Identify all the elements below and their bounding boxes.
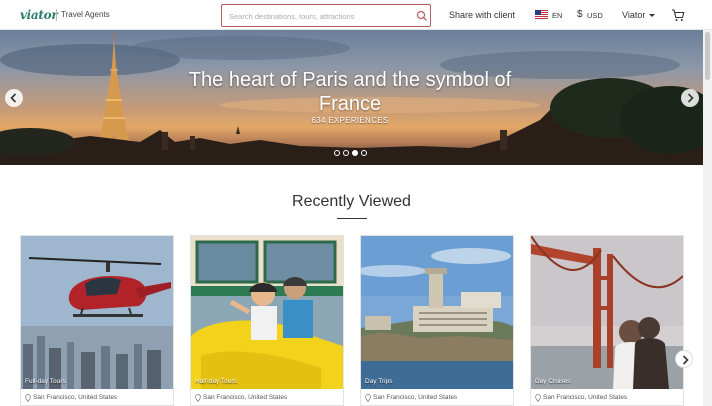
page-scrollbar[interactable] bbox=[703, 30, 712, 406]
card-category: Full-day Tours bbox=[25, 378, 66, 385]
hero-experience-count[interactable]: 634 EXPERIENCES bbox=[250, 116, 450, 125]
currency-selector[interactable]: USD bbox=[587, 11, 603, 20]
account-menu[interactable]: Viator bbox=[622, 10, 645, 20]
card-location: San Francisco, United States bbox=[373, 394, 458, 401]
golden-gate-image bbox=[531, 236, 683, 389]
chevron-down-icon[interactable] bbox=[649, 14, 655, 17]
carousel-dot[interactable] bbox=[361, 150, 367, 156]
card-location: San Francisco, United States bbox=[203, 394, 288, 401]
search-icon[interactable] bbox=[416, 10, 428, 22]
alcatraz-image bbox=[361, 236, 513, 389]
hero-banner: The heart of Paris and the symbol of Fra… bbox=[0, 30, 703, 165]
us-flag-icon[interactable] bbox=[535, 10, 548, 19]
location-pin-icon bbox=[535, 394, 541, 402]
top-header: viator Travel Agents Share with client E… bbox=[0, 0, 712, 30]
heading-underline bbox=[337, 218, 367, 219]
card-location: San Francisco, United States bbox=[33, 394, 118, 401]
logo-subtitle: Travel Agents bbox=[61, 10, 110, 19]
location-pin-icon bbox=[365, 394, 371, 402]
helicopter-image bbox=[21, 236, 173, 389]
cards-next-button[interactable] bbox=[675, 350, 693, 368]
chevron-right-icon bbox=[687, 93, 694, 103]
card-category: Half-day Tours bbox=[195, 378, 237, 385]
hero-prev-button[interactable] bbox=[5, 89, 23, 107]
product-card[interactable]: Full-day Tours San Francisco, United Sta… bbox=[20, 235, 174, 406]
cart-icon[interactable] bbox=[671, 8, 685, 22]
card-location: San Francisco, United States bbox=[543, 394, 628, 401]
card-image[interactable]: Day Cruises bbox=[531, 236, 683, 389]
carousel-dot[interactable] bbox=[334, 150, 340, 156]
chevron-right-icon bbox=[682, 355, 689, 365]
product-card[interactable]: Half-day Tours San Francisco, United Sta… bbox=[190, 235, 344, 406]
card-image[interactable]: Full-day Tours bbox=[21, 236, 173, 389]
carousel-dot[interactable] bbox=[343, 150, 349, 156]
hero-title: The heart of Paris and the symbol of Fra… bbox=[188, 69, 512, 115]
recently-viewed-heading: Recently Viewed bbox=[292, 193, 411, 210]
go-car-image bbox=[191, 236, 343, 389]
chevron-left-icon bbox=[10, 93, 17, 103]
hero-next-button[interactable] bbox=[681, 89, 699, 107]
card-category: Day Trips bbox=[365, 378, 393, 385]
card-image[interactable]: Half-day Tours bbox=[191, 236, 343, 389]
language-selector[interactable]: EN bbox=[552, 11, 562, 20]
search-box[interactable] bbox=[221, 4, 431, 27]
search-input[interactable] bbox=[229, 10, 409, 22]
share-with-client-link[interactable]: Share with client bbox=[449, 10, 515, 20]
product-card[interactable]: Day Trips San Francisco, United States bbox=[360, 235, 514, 406]
scrollbar-thumb[interactable] bbox=[705, 32, 710, 80]
currency-symbol[interactable]: $ bbox=[577, 9, 583, 20]
viator-logo[interactable]: viator bbox=[20, 8, 58, 22]
card-category: Day Cruises bbox=[535, 378, 571, 385]
logo-divider bbox=[56, 9, 57, 21]
card-image[interactable]: Day Trips bbox=[361, 236, 513, 389]
location-pin-icon bbox=[25, 394, 31, 402]
carousel-dot-active[interactable] bbox=[352, 150, 358, 156]
location-pin-icon bbox=[195, 394, 201, 402]
product-card[interactable]: Day Cruises San Francisco, United States bbox=[530, 235, 684, 406]
